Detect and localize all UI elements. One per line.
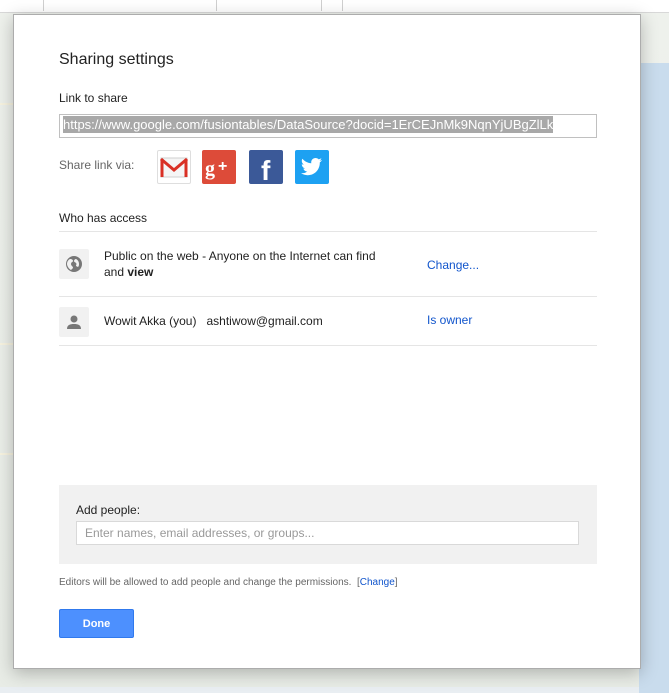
sharing-settings-dialog: Sharing settings Link to share https://w…: [13, 14, 641, 669]
background-toolbar-segment: [217, 0, 322, 11]
background-toolbar-segment: [0, 0, 44, 11]
background-toolbar-segment: [44, 0, 217, 11]
divider: [59, 231, 597, 232]
gmail-icon[interactable]: [157, 150, 191, 184]
public-access-description: Public on the web - Anyone on the Intern…: [104, 248, 384, 280]
background-toolbar-segment: [322, 0, 343, 11]
owner-info: Wowit Akka (you) ashtiwow@gmail.com: [104, 313, 323, 329]
editors-change-link[interactable]: Change: [360, 577, 395, 588]
map-road: [0, 453, 14, 455]
change-visibility-link[interactable]: Change...: [427, 258, 479, 272]
svg-text:g: g: [205, 158, 215, 180]
divider: [59, 345, 597, 346]
editors-note-text: Editors will be allowed to add people an…: [59, 577, 352, 588]
map-water: [639, 63, 669, 693]
twitter-icon[interactable]: [295, 150, 329, 184]
editors-permission-note: Editors will be allowed to add people an…: [59, 577, 398, 588]
divider: [59, 296, 597, 297]
owner-email: ashtiwow@gmail.com: [206, 314, 323, 328]
done-button[interactable]: Done: [59, 609, 134, 638]
globe-icon: [59, 249, 89, 279]
add-people-panel: Add people:: [59, 485, 597, 564]
share-link-field[interactable]: https://www.google.com/fusiontables/Data…: [59, 114, 597, 138]
map-road: [0, 103, 14, 105]
map-road: [0, 343, 14, 345]
public-access-permission: view: [127, 265, 154, 279]
google-plus-icon[interactable]: g +: [202, 150, 236, 184]
dialog-title: Sharing settings: [59, 51, 174, 68]
share-link-text: https://www.google.com/fusiontables/Data…: [63, 116, 554, 133]
owner-name: Wowit Akka (you): [104, 314, 197, 328]
add-people-input[interactable]: [76, 521, 579, 545]
person-icon: [59, 307, 89, 337]
link-to-share-label: Link to share: [59, 91, 128, 105]
background-toolbar: [0, 0, 669, 13]
svg-text:f: f: [261, 155, 271, 184]
svg-text:+: +: [218, 158, 227, 175]
add-people-label: Add people:: [76, 503, 141, 517]
owner-role-label: Is owner: [427, 313, 473, 327]
facebook-icon[interactable]: f: [249, 150, 283, 186]
who-has-access-label: Who has access: [59, 211, 148, 225]
share-link-via-label: Share link via:: [59, 158, 135, 172]
